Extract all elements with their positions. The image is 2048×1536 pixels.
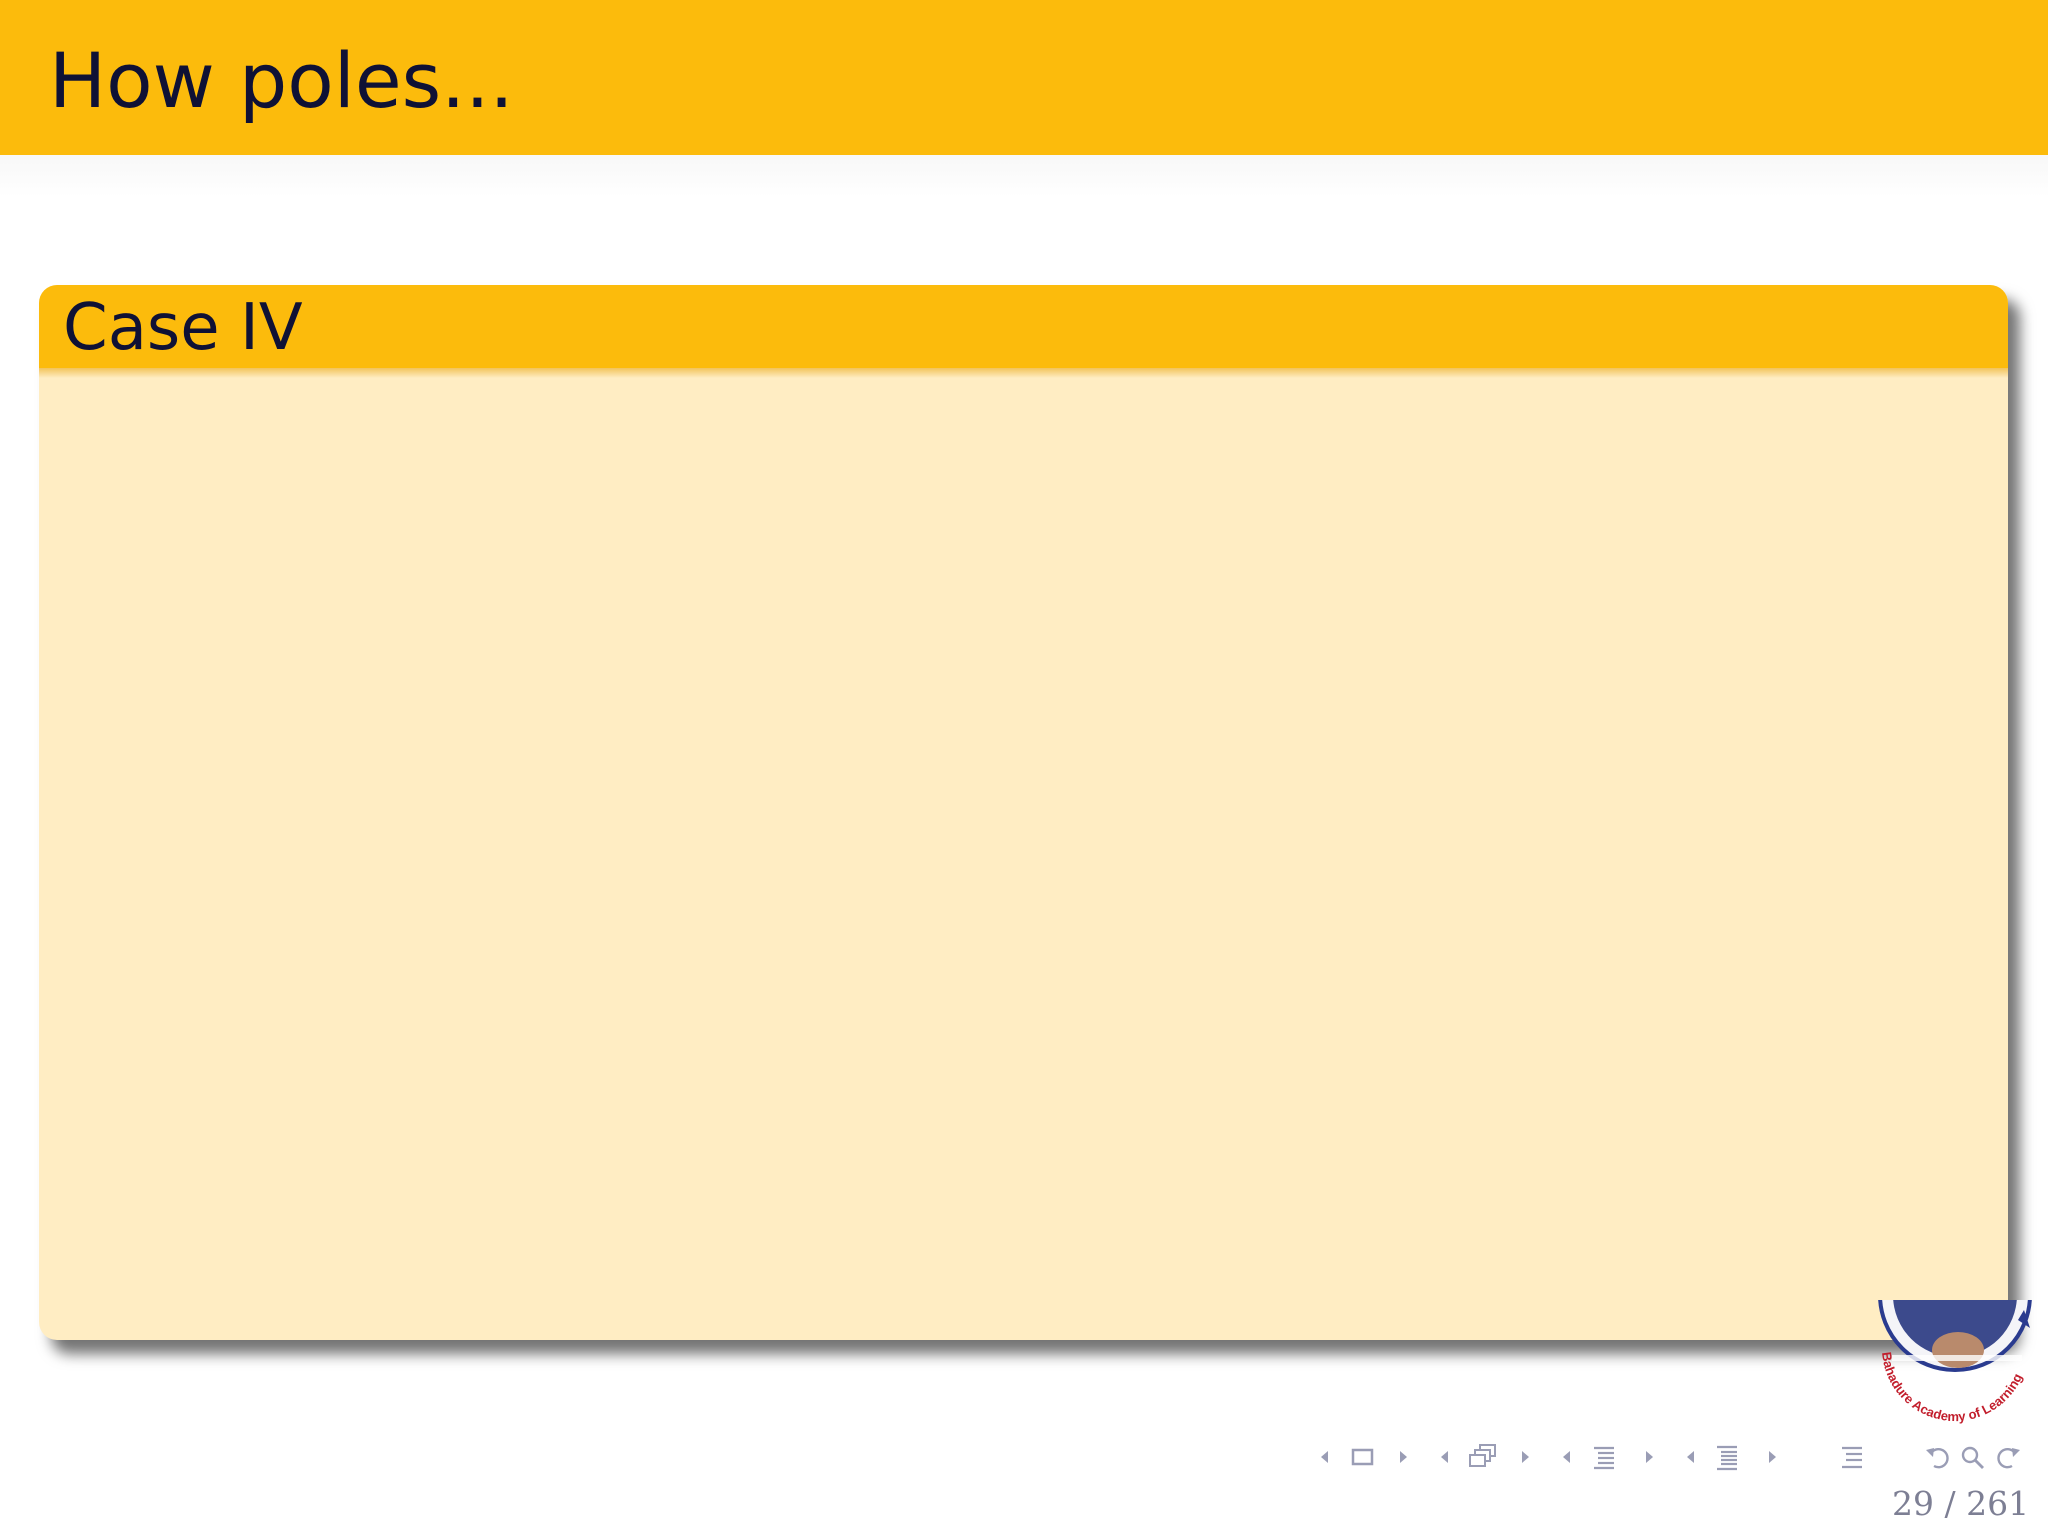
- arrow-right-icon[interactable]: [1765, 1442, 1779, 1472]
- arrow-left-icon[interactable]: [1560, 1442, 1574, 1472]
- block-title-shadow: [39, 368, 2008, 378]
- subsection-icon[interactable]: [1467, 1442, 1501, 1472]
- arrow-right-icon[interactable]: [1396, 1442, 1410, 1472]
- block-title: Case IV: [63, 291, 303, 365]
- frame-icon[interactable]: [1350, 1442, 1376, 1472]
- frame-title: How poles...: [49, 36, 514, 125]
- arrow-right-icon[interactable]: [1642, 1442, 1656, 1472]
- total-pages: 261: [1966, 1484, 2030, 1523]
- arrow-left-icon[interactable]: [1684, 1442, 1698, 1472]
- block-case-iv: Case IV: [39, 285, 2008, 1340]
- navigation-bar: [1310, 1442, 2030, 1478]
- arrow-left-icon[interactable]: [1318, 1442, 1332, 1472]
- search-icon[interactable]: [1958, 1442, 1988, 1472]
- arrow-left-icon[interactable]: [1438, 1442, 1452, 1472]
- arrow-right-icon[interactable]: [1518, 1442, 1532, 1472]
- undo-icon[interactable]: [1922, 1442, 1956, 1472]
- frame-title-bar: How poles...: [0, 0, 2048, 155]
- academy-logo: Bahadure Academy of Learning: [1868, 1300, 2038, 1430]
- academy-logo-icon: Bahadure Academy of Learning: [1878, 1300, 2032, 1424]
- title-shadow: [0, 155, 2048, 197]
- document-icon[interactable]: [1713, 1442, 1741, 1472]
- block-title-bar: Case IV: [39, 285, 2008, 368]
- page-separator: /: [1944, 1484, 1956, 1523]
- current-page: 29: [1892, 1484, 1934, 1523]
- outline-icon[interactable]: [1838, 1442, 1866, 1472]
- section-icon[interactable]: [1590, 1442, 1618, 1472]
- page-number: 29 / 261: [1892, 1484, 2029, 1523]
- redo-icon[interactable]: [1990, 1442, 2024, 1472]
- slide: How poles... Case IV Bahadure Academy of…: [0, 0, 2048, 1536]
